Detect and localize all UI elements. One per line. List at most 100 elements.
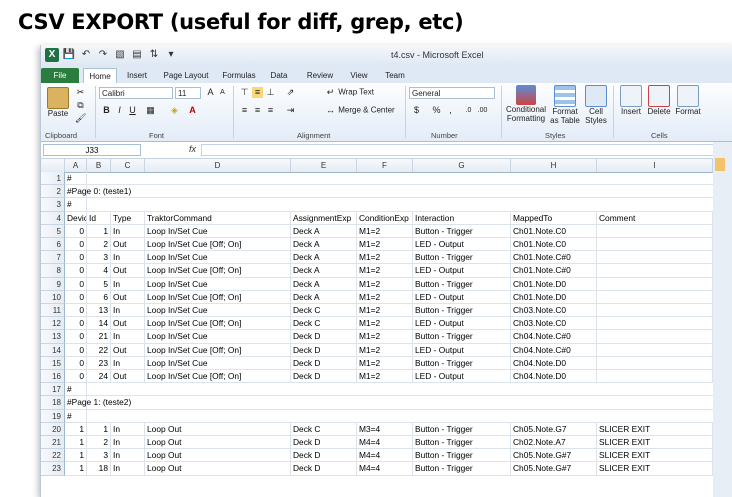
cell-g14[interactable]: LED - Output bbox=[413, 343, 511, 357]
cell-h22[interactable]: Ch05.Note.G#7 bbox=[511, 449, 597, 463]
column-header[interactable]: G bbox=[413, 159, 511, 172]
cell-a15[interactable]: 0 bbox=[65, 356, 87, 370]
row-header[interactable]: 16 bbox=[41, 370, 65, 384]
cell-c5[interactable]: In bbox=[111, 224, 145, 238]
shrink-font-icon[interactable]: A bbox=[217, 87, 228, 98]
cell-b18[interactable] bbox=[87, 396, 111, 410]
cell-b1[interactable] bbox=[87, 172, 111, 186]
redo-icon[interactable]: ↷ bbox=[96, 48, 110, 62]
cell-e22[interactable]: Deck D bbox=[291, 449, 357, 463]
cell-g6[interactable]: LED - Output bbox=[413, 238, 511, 252]
cell-h15[interactable]: Ch04.Note.D0 bbox=[511, 356, 597, 370]
cell-g13[interactable]: Button - Trigger bbox=[413, 330, 511, 344]
percent-button[interactable]: % bbox=[431, 105, 442, 116]
cell-f3[interactable] bbox=[357, 198, 413, 212]
customize-qat-icon[interactable]: ▾ bbox=[164, 48, 178, 62]
cell-i12[interactable] bbox=[597, 317, 713, 331]
format-painter-icon[interactable]: 🖌 bbox=[75, 113, 86, 124]
cell-a4[interactable]: Device bbox=[65, 211, 87, 225]
cell-f14[interactable]: M1=2 bbox=[357, 343, 413, 357]
fill-color-qat-icon[interactable]: ▧ bbox=[113, 48, 127, 62]
undo-icon[interactable]: ↶ bbox=[79, 48, 93, 62]
increase-decimal-icon[interactable]: .0 bbox=[463, 105, 474, 116]
row-header[interactable]: 6 bbox=[41, 238, 65, 252]
row-header[interactable]: 11 bbox=[41, 304, 65, 318]
cell-i9[interactable] bbox=[597, 277, 713, 291]
cell-b8[interactable]: 4 bbox=[87, 264, 111, 278]
cell-e21[interactable]: Deck D bbox=[291, 436, 357, 450]
cell-c8[interactable]: Out bbox=[111, 264, 145, 278]
cell-e12[interactable]: Deck C bbox=[291, 317, 357, 331]
cell-f10[interactable]: M1=2 bbox=[357, 290, 413, 304]
cell-a14[interactable]: 0 bbox=[65, 343, 87, 357]
cell-g3[interactable] bbox=[413, 198, 511, 212]
cell-e10[interactable]: Deck A bbox=[291, 290, 357, 304]
bold-button[interactable]: B bbox=[101, 105, 112, 116]
cell-b11[interactable]: 13 bbox=[87, 304, 111, 318]
cell-f22[interactable]: M4=4 bbox=[357, 449, 413, 463]
name-box[interactable]: J33 bbox=[43, 144, 141, 156]
cell-g15[interactable]: Button - Trigger bbox=[413, 356, 511, 370]
tab-data[interactable]: Data bbox=[267, 68, 291, 83]
cell-f11[interactable]: M1=2 bbox=[357, 304, 413, 318]
cell-h9[interactable]: Ch01.Note.D0 bbox=[511, 277, 597, 291]
cell-f19[interactable] bbox=[357, 410, 413, 423]
cell-e19[interactable] bbox=[291, 410, 357, 423]
cell-e20[interactable]: Deck C bbox=[291, 422, 357, 436]
cell-e23[interactable]: Deck D bbox=[291, 462, 357, 476]
cell-a23[interactable]: 1 bbox=[65, 462, 87, 476]
cell-h23[interactable]: Ch05.Note.G#7 bbox=[511, 462, 597, 476]
row-header[interactable]: 13 bbox=[41, 330, 65, 344]
cell-c17[interactable] bbox=[111, 383, 145, 397]
cell-h12[interactable]: Ch03.Note.C0 bbox=[511, 317, 597, 331]
fill-color-icon[interactable]: ◈ bbox=[169, 105, 180, 116]
cell-i23[interactable]: SLICER EXIT bbox=[597, 462, 713, 476]
row-header[interactable]: 5 bbox=[41, 224, 65, 238]
vertical-scrollbar[interactable] bbox=[713, 142, 732, 497]
cell-g21[interactable]: Button - Trigger bbox=[413, 436, 511, 450]
cell-i5[interactable] bbox=[597, 224, 713, 238]
cell-h19[interactable] bbox=[511, 410, 597, 423]
cell-a5[interactable]: 0 bbox=[65, 224, 87, 238]
cell-c4[interactable]: Type bbox=[111, 211, 145, 225]
align-middle-icon[interactable]: ≡ bbox=[252, 87, 263, 98]
cell-i11[interactable] bbox=[597, 304, 713, 318]
cell-e7[interactable]: Deck A bbox=[291, 251, 357, 265]
row-header[interactable]: 20 bbox=[41, 422, 65, 436]
cell-f20[interactable]: M3=4 bbox=[357, 422, 413, 436]
column-header[interactable]: F bbox=[357, 159, 413, 172]
column-header[interactable]: B bbox=[87, 159, 111, 172]
cell-g5[interactable]: Button - Trigger bbox=[413, 224, 511, 238]
cell-f15[interactable]: M1=2 bbox=[357, 356, 413, 370]
cell-e6[interactable]: Deck A bbox=[291, 238, 357, 252]
underline-button[interactable]: U bbox=[127, 105, 138, 116]
paste-button[interactable]: Paste bbox=[45, 87, 71, 118]
row-header[interactable]: 15 bbox=[41, 356, 65, 370]
cell-d23[interactable]: Loop Out bbox=[145, 462, 291, 476]
cell-f6[interactable]: M1=2 bbox=[357, 238, 413, 252]
row-header[interactable]: 10 bbox=[41, 290, 65, 304]
sort-icon[interactable]: ⇅ bbox=[147, 48, 161, 62]
cell-e3[interactable] bbox=[291, 198, 357, 212]
align-top-icon[interactable]: ⊤ bbox=[239, 87, 250, 98]
row-header[interactable]: 2 bbox=[41, 185, 65, 199]
cell-d21[interactable]: Loop Out bbox=[145, 436, 291, 450]
cell-d12[interactable]: Loop In/Set Cue [Off; On] bbox=[145, 317, 291, 331]
column-header[interactable]: I bbox=[597, 159, 713, 172]
tab-file[interactable]: File bbox=[41, 68, 79, 83]
cell-i20[interactable]: SLICER EXIT bbox=[597, 422, 713, 436]
cell-c11[interactable]: In bbox=[111, 304, 145, 318]
column-header[interactable]: E bbox=[291, 159, 357, 172]
cell-f7[interactable]: M1=2 bbox=[357, 251, 413, 265]
column-header[interactable]: A bbox=[65, 159, 87, 172]
cell-a17[interactable]: # bbox=[65, 383, 87, 397]
row-header[interactable]: 23 bbox=[41, 462, 65, 476]
cell-d10[interactable]: Loop In/Set Cue [Off; On] bbox=[145, 290, 291, 304]
cell-a21[interactable]: 1 bbox=[65, 436, 87, 450]
cell-f5[interactable]: M1=2 bbox=[357, 224, 413, 238]
wrap-text-button[interactable]: ↵ Wrap Text bbox=[325, 87, 374, 98]
cell-g9[interactable]: Button - Trigger bbox=[413, 277, 511, 291]
cell-h16[interactable]: Ch04.Note.D0 bbox=[511, 370, 597, 384]
cell-g8[interactable]: LED - Output bbox=[413, 264, 511, 278]
column-header[interactable]: D bbox=[145, 159, 291, 172]
